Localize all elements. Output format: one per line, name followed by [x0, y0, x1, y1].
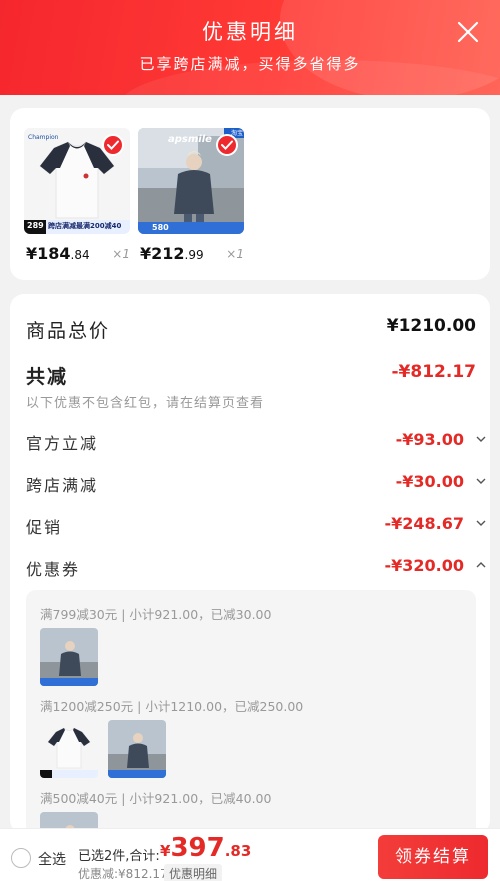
product-price: ¥212.99 — [140, 244, 204, 263]
discount-value: -¥320.00 — [384, 556, 464, 575]
chevron-up-icon[interactable] — [476, 559, 486, 572]
price-integer: ¥212 — [140, 244, 185, 263]
product-quantity: ×1 — [112, 247, 130, 261]
page-subtitle: 已享跨店满减，买得多省得多 — [139, 55, 361, 73]
price-integer: ¥184 — [26, 244, 71, 263]
product-image[interactable]: Champion 289 跨店满减最满200减40 — [24, 128, 130, 234]
product-badge-number: 289 — [27, 221, 44, 230]
price-decimal: .84 — [70, 248, 90, 262]
total-saved-value: -¥812.17 — [391, 362, 477, 382]
discount-label: 促销 — [26, 518, 63, 537]
product-brand: apsmile — [168, 134, 212, 145]
total-price-row: 商品总价 ¥1210.00 — [26, 316, 476, 342]
discount-note-text: 以下优惠不包含红包，请在结算页查看 — [26, 396, 265, 411]
discount-detail-link[interactable]: 优惠明细 — [164, 864, 223, 881]
total-saved-row: 共减 -¥812.17 — [26, 362, 476, 388]
discount-label: 官方立减 — [26, 434, 99, 453]
discount-row-promotion[interactable]: 促销 -¥248.67 — [26, 514, 486, 537]
product-quantity: ×1 — [226, 247, 244, 261]
checkout-button[interactable]: 领券结算 — [378, 835, 488, 879]
discount-row-official[interactable]: 官方立减 -¥93.00 — [26, 430, 486, 453]
coupon-rule: 满799减30元 | 小计921.00，已减30.00 — [40, 607, 272, 622]
discount-value: -¥30.00 — [395, 472, 464, 491]
product-item[interactable]: Champion 289 跨店满减最满200减40 ¥184.84 ×1 — [24, 128, 130, 263]
total-decimal: .83 — [224, 842, 252, 860]
coupon-rule: 满1200减250元 | 小计1210.00，已减250.00 — [40, 699, 304, 714]
coupon-product-thumbnail[interactable] — [108, 720, 166, 778]
discount-row-cross-store[interactable]: 跨店满减 -¥30.00 — [26, 472, 486, 495]
coupon-product-thumbnail[interactable] — [40, 720, 98, 778]
header: 优惠明细 已享跨店满减，买得多省得多 — [0, 0, 500, 95]
discount-label: 跨店满减 — [26, 476, 99, 495]
total-amount: ¥397.83 — [160, 833, 251, 863]
selected-count: 已选2件,合计: — [78, 849, 160, 864]
product-item[interactable]: apsmile 淘宝 580 ¥212.99 ×1 — [138, 128, 244, 263]
total-price-value: ¥1210.00 — [386, 316, 476, 336]
coupon-breakdown: 满799减30元 | 小计921.00，已减30.00 满1200减250元 |… — [26, 590, 476, 834]
chevron-down-icon[interactable] — [476, 475, 486, 488]
discount-row-coupon[interactable]: 优惠券 -¥320.00 — [26, 556, 486, 579]
close-icon[interactable] — [454, 18, 482, 46]
price-decimal: .99 — [184, 248, 204, 262]
product-image[interactable]: apsmile 淘宝 580 — [138, 128, 244, 234]
total-integer: 397 — [170, 833, 225, 863]
checked-icon[interactable] — [216, 134, 238, 156]
discount-detail-card: 商品总价 ¥1210.00 共减 -¥812.17 以下优惠不包含红包，请在结算… — [10, 294, 490, 834]
coupon-product-thumbnail[interactable] — [40, 628, 98, 686]
chevron-down-icon[interactable] — [476, 433, 486, 446]
discount-value: -¥248.67 — [384, 514, 464, 533]
select-all-label[interactable]: 全选 — [38, 849, 66, 869]
chevron-down-icon[interactable] — [476, 517, 486, 530]
discount-label: 优惠券 — [26, 560, 81, 579]
coupon-rule: 满500减40元 | 小计921.00，已减40.00 — [40, 791, 272, 806]
product-badge-text: 跨店满减最满200减40 — [48, 222, 122, 230]
selected-products-card: Champion 289 跨店满减最满200减40 ¥184.84 ×1 aps… — [10, 108, 490, 280]
brand-logo: Champion — [28, 134, 59, 141]
checked-icon[interactable] — [102, 134, 124, 156]
product-price: ¥184.84 — [26, 244, 90, 263]
total-price-label: 商品总价 — [26, 320, 111, 342]
total-currency: ¥ — [160, 842, 171, 860]
total-saved-label: 共减 — [26, 366, 69, 388]
page-title: 优惠明细 — [202, 20, 298, 44]
discount-note: 以下优惠不包含红包，请在结算页查看 — [26, 392, 476, 411]
discount-summary: 优惠减:¥812.17 — [78, 867, 168, 881]
select-all-radio[interactable] — [11, 848, 31, 868]
product-badge-number: 580 — [152, 223, 169, 232]
checkout-bar: 全选 已选2件,合计: ¥397.83 优惠减:¥812.17 优惠明细 领券结… — [0, 828, 500, 881]
discount-value: -¥93.00 — [395, 430, 464, 449]
